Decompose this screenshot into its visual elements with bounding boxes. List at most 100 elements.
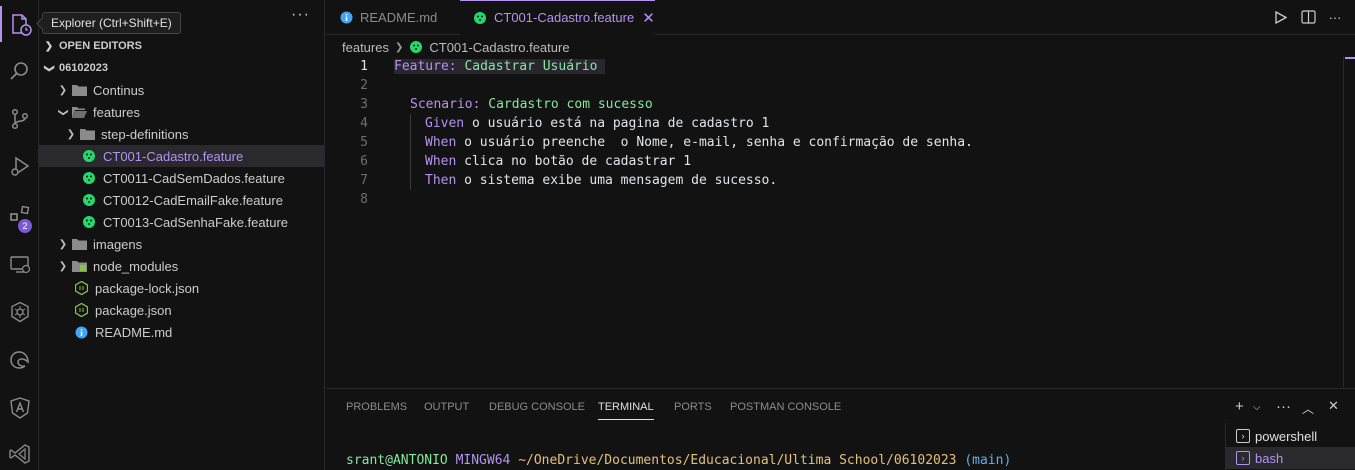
line-number: 1 (360, 59, 368, 74)
tree-item-label: step-definitions (101, 126, 189, 142)
tab-ct001-cadastro[interactable]: CT001-Cadastro.feature ✕ (460, 0, 655, 35)
more-actions-icon[interactable]: ··· (1276, 398, 1291, 415)
close-icon[interactable]: ✕ (642, 9, 655, 27)
new-terminal-icon[interactable]: + (1235, 398, 1244, 415)
explorer-tooltip: Explorer (Ctrl+Shift+E) (42, 12, 181, 34)
indent-guide (410, 114, 411, 190)
tree-item-features[interactable]: ❯ features (39, 101, 325, 123)
more-actions-icon[interactable]: ··· (1326, 8, 1344, 26)
tree-item-label: README.md (95, 324, 173, 340)
angular-icon[interactable] (0, 386, 39, 430)
breadcrumb-file[interactable]: CT001-Cadastro.feature (429, 40, 569, 55)
visual-studio-icon[interactable] (0, 432, 39, 470)
close-icon[interactable]: ✕ (1328, 398, 1339, 414)
terminal-user: srant@ANTONIO (346, 453, 448, 468)
code-text: When clica no botão de cadastrar 1 (425, 154, 691, 169)
editor-scrollbar[interactable] (1343, 57, 1355, 387)
tree-item-continus[interactable]: ❯ Continus (39, 79, 325, 101)
tree-item-label: features (93, 104, 140, 120)
source-control-icon[interactable] (0, 97, 39, 141)
terminal-prompt[interactable]: srant@ANTONIO MINGW64 ~/OneDrive/Documen… (346, 453, 1011, 468)
folder-icon (79, 126, 95, 142)
nodejs-icon (73, 280, 89, 296)
nodejs-icon (73, 302, 89, 318)
tree-item-label: CT0012-CadEmailFake.feature (103, 192, 283, 208)
code-line: 2 (326, 76, 1326, 95)
search-icon[interactable] (0, 49, 39, 93)
tree-item-package-json[interactable]: package.json (39, 299, 325, 321)
code-line: 3 Scenario: Cardastro com sucesso (326, 95, 1326, 114)
tree-item-node-modules[interactable]: ❯ node_modules (39, 255, 325, 277)
code-line: 1 Feature: Cadastrar Usuário (326, 57, 1326, 76)
chevron-down-icon: ❯ (43, 63, 55, 73)
terminal-path: ~/OneDrive/Documentos/Educacional/Ultima… (518, 453, 957, 468)
tab-terminal[interactable]: TERMINAL (598, 401, 654, 420)
tab-output[interactable]: OUTPUT (424, 401, 469, 413)
run-icon[interactable] (1272, 8, 1290, 26)
chevron-right-icon: ❯ (58, 84, 68, 96)
line-number: 4 (360, 116, 368, 131)
line-number: 7 (360, 173, 368, 188)
code-line: 4 Given o usuário está na pagina de cada… (326, 114, 1326, 133)
maximize-panel-icon[interactable]: ︿ (1302, 400, 1314, 417)
chevron-down-icon: ❯ (57, 107, 69, 117)
tree-item-ct0012[interactable]: CT0012-CadEmailFake.feature (39, 189, 325, 211)
code-text: Given o usuário está na pagina de cadast… (425, 116, 769, 131)
breadcrumb-folder[interactable]: features (342, 40, 389, 55)
activity-bar: 2 (0, 0, 39, 470)
tree-item-label: package.json (95, 302, 172, 318)
remote-explorer-icon[interactable] (0, 242, 39, 286)
code-line: 6 When clica no botão de cadastrar 1 (326, 152, 1326, 171)
tree-item-ct0011[interactable]: CT0011-CadSemDados.feature (39, 167, 325, 189)
tab-label: CT001-Cadastro.feature (494, 10, 635, 25)
workspace-label: 06102023 (59, 62, 108, 74)
code-line: 8 (326, 190, 1326, 209)
gherkin-keyword: Then (425, 173, 457, 188)
line-number: 6 (360, 154, 368, 169)
code-text: Feature: Cadastrar Usuário (394, 59, 606, 74)
gherkin-keyword: When (425, 135, 457, 150)
more-actions-icon[interactable]: ··· (291, 6, 310, 24)
edge-icon[interactable] (0, 338, 39, 382)
cucumber-icon (409, 40, 423, 54)
terminal-item-label: bash (1255, 450, 1284, 466)
tab-problems[interactable]: PROBLEMS (346, 401, 407, 413)
chevron-right-icon: ❯ (66, 128, 76, 140)
terminal-list: › powershell › bash (1225, 423, 1355, 470)
split-editor-icon[interactable] (1299, 8, 1317, 26)
tab-debug-console[interactable]: DEBUG CONSOLE (489, 401, 585, 413)
breadcrumb: features ❯ CT001-Cadastro.feature (342, 38, 570, 56)
terminal-item-powershell[interactable]: › powershell (1226, 425, 1355, 447)
tab-ports[interactable]: PORTS (674, 401, 712, 413)
tree-item-ct0013[interactable]: CT0013-CadSenhaFake.feature (39, 211, 325, 233)
tab-postman-console[interactable]: POSTMAN CONSOLE (730, 401, 841, 413)
tree-item-ct001-cadastro[interactable]: CT001-Cadastro.feature (39, 145, 325, 167)
tree-item-label: CT001-Cadastro.feature (103, 148, 244, 164)
tree-item-label: CT0011-CadSemDados.feature (103, 170, 285, 186)
tree-item-imagens[interactable]: ❯ imagens (39, 233, 325, 255)
code-line: 7 Then o sistema exibe uma mensagem de s… (326, 171, 1326, 190)
extensions-icon[interactable]: 2 (0, 194, 39, 238)
chevron-right-icon: ❯ (394, 41, 404, 53)
tab-readme[interactable]: README.md (326, 0, 459, 35)
workspace-section[interactable]: ❯ 06102023 (39, 57, 325, 79)
line-number: 5 (360, 135, 368, 150)
terminal-item-bash[interactable]: › bash (1226, 447, 1355, 469)
tree-item-step-definitions[interactable]: ❯ step-definitions (39, 123, 325, 145)
chevron-right-icon: ❯ (44, 40, 54, 52)
tree-item-package-lock[interactable]: package-lock.json (39, 277, 325, 299)
cucumber-icon (81, 192, 97, 208)
tree-item-readme[interactable]: README.md (39, 321, 325, 343)
run-debug-icon[interactable] (0, 144, 39, 188)
step-text: clica no botão de cadastrar 1 (456, 154, 692, 169)
terminal-branch: (main) (964, 453, 1012, 468)
open-editors-section[interactable]: ❯ OPEN EDITORS (39, 35, 325, 57)
tab-label: README.md (360, 10, 438, 25)
line-number: 2 (360, 78, 368, 93)
kubernetes-icon[interactable] (0, 290, 39, 334)
explorer-sidebar: ··· ❯ OPEN EDITORS ❯ 06102023 ❯ Continus… (39, 0, 325, 470)
chevron-down-icon[interactable]: ⌵ (1253, 402, 1261, 413)
files-icon[interactable] (0, 2, 39, 46)
tree-item-label: Continus (93, 82, 145, 98)
step-text: o usuário preenche o Nome, e-mail, senha… (456, 135, 973, 150)
